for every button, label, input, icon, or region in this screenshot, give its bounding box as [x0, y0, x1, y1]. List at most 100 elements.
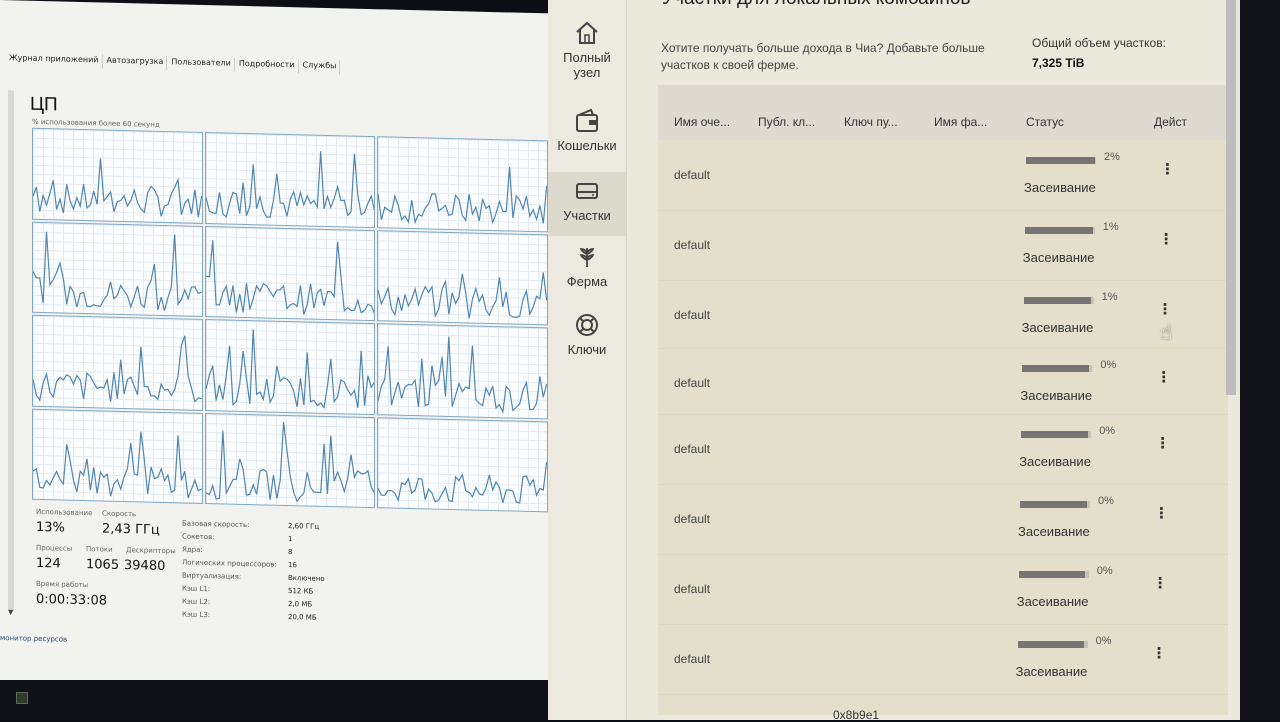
uptime-label: Время работы [36, 579, 89, 590]
speed-value: 2,43 ГГц [102, 521, 160, 538]
column-header-actions: Дейст [1154, 115, 1187, 129]
column-header-queue-name[interactable]: Имя оче... [674, 115, 730, 129]
cpu-core-graph [377, 229, 548, 326]
scroll-down-arrow-icon[interactable]: ▼ [8, 608, 13, 616]
progress-bar [1024, 227, 1095, 234]
sidebar-item-label: узел [573, 65, 601, 80]
total-size-value: 7,325 TiB [1032, 56, 1085, 70]
cpu-core-graph [32, 408, 203, 504]
cpu-core-graph [204, 225, 376, 322]
progress-percent: 0% [1099, 425, 1116, 437]
progress-percent: 0% [1100, 359, 1117, 371]
sidebar-item-plots[interactable]: Участки [548, 172, 626, 236]
queue-name-cell: default [674, 582, 711, 596]
row-actions-menu-icon[interactable]: ⋮ [1159, 232, 1174, 256]
row-actions-menu-icon[interactable]: ⋮ [1153, 576, 1168, 600]
cpu-info-value: Включено [288, 574, 325, 583]
cpu-core-graph [204, 319, 376, 415]
queue-name-cell: default [674, 238, 711, 252]
table-row: default 0% Засеивание ⋮ [658, 624, 1228, 695]
table-row: default 2% Засеивание ⋮ [658, 140, 1228, 211]
handles-label: Дескрипторы [126, 546, 176, 556]
cpu-info-label: Базовая скорость: [182, 519, 250, 530]
cpu-usage-line [206, 133, 375, 227]
table-row: default 0% Засеивание ⋮ [658, 554, 1228, 625]
row-actions-menu-icon[interactable]: ⋮ [1160, 162, 1175, 186]
cpu-usage-line [378, 324, 547, 418]
status-text: Засеивание [1015, 664, 1088, 679]
progress-bar [1026, 157, 1096, 164]
plots-table: Имя оче... Публ. кл... Ключ пу... Имя фа… [658, 85, 1228, 715]
cpu-usage-line [378, 418, 547, 512]
taskbar-app-icon[interactable] [16, 692, 28, 704]
progress-bar-fill [1022, 365, 1089, 372]
row-actions-menu-icon[interactable]: ⋮ [1156, 370, 1171, 394]
status-text: Засеивание [1022, 250, 1095, 265]
cpu-core-graph [32, 127, 203, 224]
sidebar-nav: Полный узел Кошельки Участки Ферма Ключи [548, 0, 627, 720]
cpu-info-label: Виртуализация: [182, 571, 242, 581]
window-scrollbar[interactable] [1226, 0, 1236, 395]
processes-value: 124 [36, 555, 61, 572]
progress-percent: 2% [1104, 151, 1120, 163]
queue-name-cell: default [674, 442, 711, 456]
column-header-public-key[interactable]: Публ. кл... [758, 115, 815, 129]
sidebar-item-label: Кошельки [557, 138, 617, 153]
cpu-stats: Использование 13% Скорость 2,43 ГГц Проц… [36, 506, 536, 638]
screen-edge [1240, 0, 1280, 720]
queue-name-cell: default [674, 308, 711, 322]
tab-users[interactable]: Пользователи [168, 56, 235, 72]
speed-label: Скорость [102, 509, 137, 519]
row-actions-menu-icon[interactable]: ⋮ [1152, 646, 1167, 670]
progress-percent: 0% [1098, 495, 1114, 507]
keys-icon [576, 314, 598, 336]
sidebar-item-full-node[interactable]: Полный узел [548, 20, 626, 100]
row-actions-menu-icon[interactable]: ⋮ [1155, 436, 1170, 460]
queue-name-cell: default [674, 652, 711, 666]
cpu-graphs-grid [32, 127, 548, 513]
table-row: default 0% Засеивание ⋮ [658, 484, 1228, 555]
progress-percent: 0% [1095, 635, 1112, 647]
resource-monitor-link[interactable]: монитор ресурсов [0, 634, 67, 644]
progress-bar [1018, 571, 1089, 578]
progress-percent: 1% [1102, 221, 1119, 233]
left-scrollbar[interactable] [8, 90, 14, 611]
plots-icon [576, 183, 598, 199]
column-header-file-name[interactable]: Имя фа... [934, 115, 987, 129]
row-actions-menu-icon[interactable]: ⋮ [1154, 506, 1169, 530]
home-icon [576, 21, 598, 44]
progress-bar [1017, 641, 1088, 648]
sidebar-item-farm[interactable]: Ферма [548, 244, 626, 304]
status-text: Засеивание [1016, 594, 1089, 609]
usage-value: 13% [36, 519, 65, 536]
progress-bar-fill [1017, 641, 1085, 648]
tab-app-history[interactable]: Журнал приложений [6, 52, 103, 69]
cpu-info-label: Кэш L1: [182, 584, 211, 594]
status-text: Засеивание [1019, 454, 1091, 469]
sidebar-item-wallets[interactable]: Кошельки [548, 108, 626, 168]
tab-details[interactable]: Подробности [235, 57, 299, 74]
status-text: Засеивание [1024, 180, 1096, 195]
progress-percent: 1% [1101, 291, 1118, 303]
cpu-core-graph [32, 314, 203, 411]
tab-services[interactable]: Службы [299, 59, 341, 75]
column-header-status[interactable]: Статус [1026, 115, 1064, 129]
task-manager-tabs: Журнал приложений Автозагрузка Пользоват… [6, 52, 341, 75]
cpu-core-graph [377, 416, 548, 513]
cpu-usage-line [33, 222, 202, 316]
task-manager-window: Журнал приложений Автозагрузка Пользоват… [0, 0, 560, 714]
column-header-pool-key[interactable]: Ключ пу... [844, 115, 898, 129]
cpu-usage-line [378, 231, 547, 325]
cpu-info-label: Сокетов: [182, 532, 215, 542]
sidebar-item-label: Ключи [567, 342, 607, 357]
tab-startup[interactable]: Автозагрузка [103, 54, 168, 71]
sidebar-item-keys[interactable]: Ключи [548, 312, 626, 372]
cpu-info-value: 512 КБ [288, 587, 314, 596]
chia-window: Полный узел Кошельки Участки Ферма Ключи… [548, 0, 1240, 722]
cpu-usage-line [206, 320, 375, 414]
table-row: default 1% Засеивание ⋮ [658, 280, 1228, 349]
table-row: default 0% Засеивание ⋮ [658, 414, 1228, 485]
status-text: Засеивание [1021, 320, 1094, 335]
usage-label: Использование [36, 507, 93, 518]
progress-bar-fill [1024, 227, 1093, 234]
